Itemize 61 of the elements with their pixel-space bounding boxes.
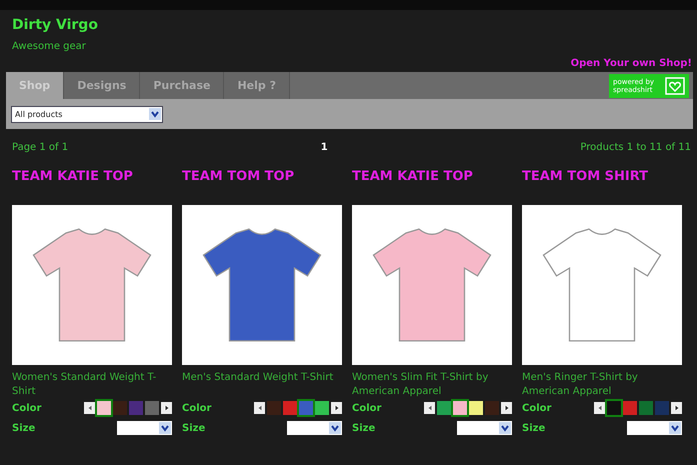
dropdown-arrow-icon — [669, 422, 681, 434]
color-swatch[interactable] — [129, 401, 143, 415]
color-swatch[interactable] — [113, 401, 127, 415]
product-photo[interactable] — [182, 205, 342, 365]
arrow-left-icon[interactable] — [424, 402, 435, 414]
color-swatch[interactable] — [97, 401, 111, 415]
size-label: Size — [12, 422, 36, 434]
dropdown-arrow-icon — [499, 422, 511, 434]
color-swatch[interactable] — [485, 401, 499, 415]
size-dropdown[interactable] — [117, 421, 172, 435]
color-swatch[interactable] — [453, 401, 467, 415]
page-number[interactable]: 1 — [320, 142, 328, 153]
page-info: Page 1 of 1 — [12, 142, 68, 153]
color-swatch[interactable] — [145, 401, 159, 415]
products-range: Products 1 to 11 of 11 — [580, 142, 691, 153]
arrow-right-icon[interactable] — [331, 402, 342, 414]
color-swatch[interactable] — [299, 401, 313, 415]
color-swatch[interactable] — [639, 401, 653, 415]
product-name[interactable]: Men's Ringer T-Shirt by American Apparel — [522, 371, 682, 398]
arrow-left-icon[interactable] — [84, 402, 95, 414]
color-swatch[interactable] — [283, 401, 297, 415]
tab[interactable]: Purchase — [140, 72, 224, 99]
color-label: Color — [182, 402, 212, 414]
tab[interactable]: Help ? — [224, 72, 290, 99]
tab[interactable]: Designs — [64, 72, 140, 99]
product-title[interactable]: TEAM KATIE TOP — [352, 169, 512, 205]
product-title[interactable]: TEAM TOM TOP — [182, 169, 342, 205]
color-label: Color — [12, 402, 42, 414]
open-shop-link[interactable]: Open Your own Shop! — [570, 58, 692, 69]
size-dropdown[interactable] — [457, 421, 512, 435]
shop-title: Dirty Virgo — [12, 17, 99, 33]
product-title[interactable]: TEAM KATIE TOP — [12, 169, 172, 205]
product-title[interactable]: TEAM TOM SHIRT — [522, 169, 682, 205]
arrow-left-icon[interactable] — [594, 402, 605, 414]
arrow-right-icon[interactable] — [161, 402, 172, 414]
arrow-right-icon[interactable] — [671, 402, 682, 414]
size-dropdown[interactable] — [627, 421, 682, 435]
dropdown-arrow-icon — [149, 108, 161, 120]
heart-logo-icon — [665, 76, 685, 94]
color-swatch[interactable] — [315, 401, 329, 415]
size-label: Size — [352, 422, 376, 434]
color-swatch[interactable] — [623, 401, 637, 415]
color-swatch[interactable] — [607, 401, 621, 415]
color-swatch[interactable] — [469, 401, 483, 415]
color-label: Color — [522, 402, 552, 414]
dropdown-arrow-icon — [159, 422, 171, 434]
product-name[interactable]: Women's Slim Fit T-Shirt by American Apparel — [352, 371, 512, 398]
dropdown-arrow-icon — [329, 422, 341, 434]
color-swatch[interactable] — [437, 401, 451, 415]
size-label: Size — [182, 422, 206, 434]
arrow-left-icon[interactable] — [254, 402, 265, 414]
product-filter-dropdown[interactable]: All products — [11, 106, 163, 122]
color-swatch[interactable] — [655, 401, 669, 415]
shop-tagline: Awesome gear — [12, 41, 87, 52]
product-name[interactable]: Men's Standard Weight T-Shirt — [182, 371, 342, 398]
arrow-right-icon[interactable] — [501, 402, 512, 414]
size-label: Size — [522, 422, 546, 434]
color-swatch[interactable] — [267, 401, 281, 415]
size-dropdown[interactable] — [287, 421, 342, 435]
color-label: Color — [352, 402, 382, 414]
product-name[interactable]: Women's Standard Weight T-Shirt — [12, 371, 172, 398]
